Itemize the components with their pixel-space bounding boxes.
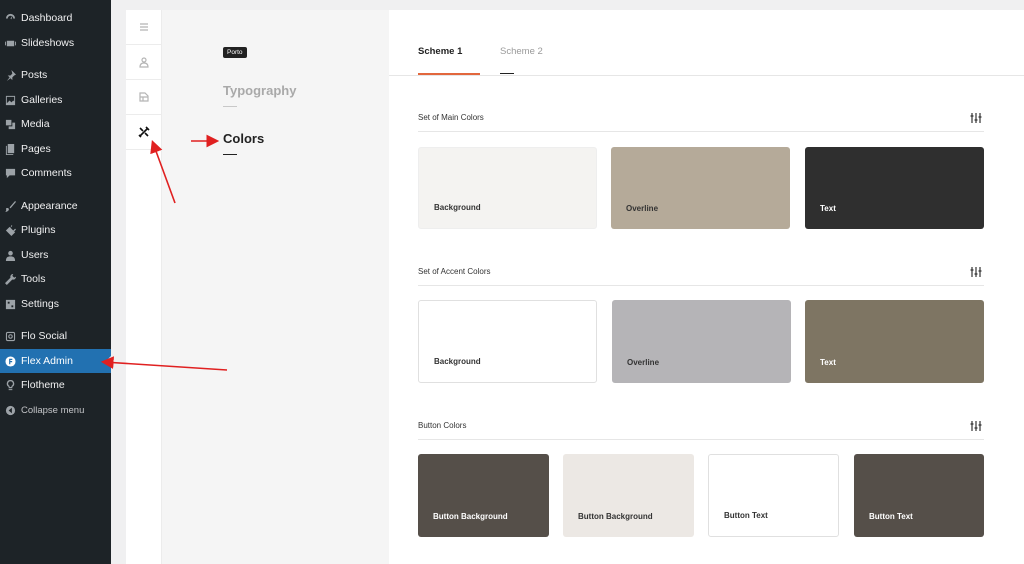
swatch-label: Text <box>820 204 836 213</box>
swatch-main-background[interactable]: Background <box>418 147 597 229</box>
wp-menu-label: Collapse menu <box>21 404 85 416</box>
flex-icon <box>0 355 21 367</box>
icon-tab-list[interactable] <box>126 10 161 45</box>
swatch-label: Background <box>434 357 481 366</box>
wp-menu-label: Appearance <box>21 200 78 212</box>
colors-link[interactable]: Colors <box>223 131 264 146</box>
user-outline-icon <box>138 57 149 68</box>
sliders-icon[interactable] <box>970 111 982 123</box>
swatch-label: Overline <box>626 204 659 213</box>
wp-menu-slideshows[interactable]: Slideshows <box>0 31 111 55</box>
wp-menu-plugins[interactable]: Plugins <box>0 218 111 242</box>
scheme-tabs: Scheme 1 Scheme 2 <box>389 10 1024 76</box>
swatch-accent-overline[interactable]: Overline <box>612 300 791 383</box>
plug-icon <box>0 224 21 236</box>
wp-admin-sidebar: Dashboard Slideshows Posts Galleries Med… <box>0 0 111 564</box>
design-sub-panel: Porto Typography Colors <box>162 10 389 564</box>
wp-menu-flex-admin[interactable]: Flex Admin <box>0 349 111 373</box>
typography-link[interactable]: Typography <box>223 83 296 98</box>
wp-menu-media[interactable]: Media <box>0 112 111 136</box>
settings-icon <box>0 299 21 310</box>
tab-scheme-2[interactable]: Scheme 2 <box>500 46 543 57</box>
wp-menu-settings[interactable]: Settings <box>0 292 111 316</box>
wp-menu-dashboard[interactable]: Dashboard <box>0 6 111 30</box>
wp-menu-label: Flotheme <box>21 379 65 391</box>
inactive-tab-indicator <box>500 73 514 74</box>
flex-admin-icon-bar <box>126 10 162 564</box>
collapse-icon <box>0 405 21 416</box>
swatch-main-text[interactable]: Text <box>805 147 984 229</box>
icon-tab-layout[interactable] <box>126 80 161 115</box>
swatch-accent-text[interactable]: Text <box>805 300 984 383</box>
wp-menu-users[interactable]: Users <box>0 243 111 267</box>
swatch-button-background-1[interactable]: Button Background <box>418 454 549 537</box>
colors-main-panel: Scheme 1 Scheme 2 Set of Main Colors Bac… <box>389 10 1024 564</box>
comment-icon <box>0 168 21 179</box>
wp-menu-label: Tools <box>21 273 46 285</box>
typography-underline <box>223 106 237 107</box>
wp-menu-label: Media <box>21 118 50 130</box>
tab-scheme-1[interactable]: Scheme 1 <box>418 46 462 57</box>
pencil-ruler-icon <box>137 126 150 138</box>
sliders-icon[interactable] <box>970 265 982 277</box>
wp-menu-label: Posts <box>21 69 48 81</box>
swatch-button-background-2[interactable]: Button Background <box>563 454 694 537</box>
wp-menu-tools[interactable]: Tools <box>0 267 111 291</box>
pages-icon <box>0 143 21 155</box>
section-divider <box>418 131 984 132</box>
wp-menu-collapse[interactable]: Collapse menu <box>0 398 111 422</box>
pin-icon <box>0 69 21 81</box>
swatch-button-text-1[interactable]: Button Text <box>708 454 839 537</box>
swatch-label: Button Text <box>869 512 913 521</box>
swatch-label: Button Text <box>724 511 768 520</box>
dashboard-icon <box>0 13 21 24</box>
section-divider <box>418 285 984 286</box>
wp-menu-flo-social[interactable]: Flo Social <box>0 324 111 348</box>
swatch-label: Button Background <box>433 512 508 521</box>
swatch-label: Background <box>434 203 481 212</box>
swatch-label: Text <box>820 358 836 367</box>
swatch-accent-background[interactable]: Background <box>418 300 597 383</box>
wp-menu-label: Galleries <box>21 94 63 106</box>
wp-menu-appearance[interactable]: Appearance <box>0 194 111 218</box>
swatch-main-overline[interactable]: Overline <box>611 147 790 229</box>
wp-menu-label: Flo Social <box>21 330 68 342</box>
swatch-button-text-2[interactable]: Button Text <box>854 454 984 537</box>
icon-tab-design[interactable] <box>126 115 161 150</box>
section-title-accent-colors: Set of Accent Colors <box>418 267 491 276</box>
instagram-icon <box>0 331 21 342</box>
media-icon <box>0 119 21 130</box>
active-tab-indicator <box>418 73 480 75</box>
theme-badge: Porto <box>223 47 247 58</box>
wp-menu-label: Flex Admin <box>21 355 73 367</box>
colors-underline <box>223 154 237 155</box>
wrench-icon <box>0 273 21 285</box>
wp-menu-label: Slideshows <box>21 37 75 49</box>
wp-menu-label: Plugins <box>21 224 56 236</box>
swatch-label: Button Background <box>578 512 653 521</box>
section-divider <box>418 439 984 440</box>
wp-menu-label: Users <box>21 249 49 261</box>
swatch-label: Overline <box>627 358 660 367</box>
user-icon <box>0 250 21 261</box>
sliders-icon[interactable] <box>970 419 982 431</box>
wp-menu-galleries[interactable]: Galleries <box>0 88 111 112</box>
bulb-icon <box>0 379 21 391</box>
gallery-icon <box>0 95 21 106</box>
layout-icon <box>138 92 149 102</box>
section-title-button-colors: Button Colors <box>418 421 467 430</box>
slideshow-icon <box>0 38 21 49</box>
icon-tab-user[interactable] <box>126 45 161 80</box>
wp-menu-pages[interactable]: Pages <box>0 137 111 161</box>
wp-menu-posts[interactable]: Posts <box>0 63 111 87</box>
wp-menu-label: Settings <box>21 298 59 310</box>
section-title-main-colors: Set of Main Colors <box>418 113 484 122</box>
wp-menu-label: Dashboard <box>21 12 73 24</box>
wp-menu-label: Pages <box>21 143 51 155</box>
wp-menu-label: Comments <box>21 167 72 179</box>
wp-menu-flotheme[interactable]: Flotheme <box>0 373 111 397</box>
wp-menu-comments[interactable]: Comments <box>0 161 111 185</box>
list-icon <box>139 23 148 31</box>
brush-icon <box>0 200 21 212</box>
